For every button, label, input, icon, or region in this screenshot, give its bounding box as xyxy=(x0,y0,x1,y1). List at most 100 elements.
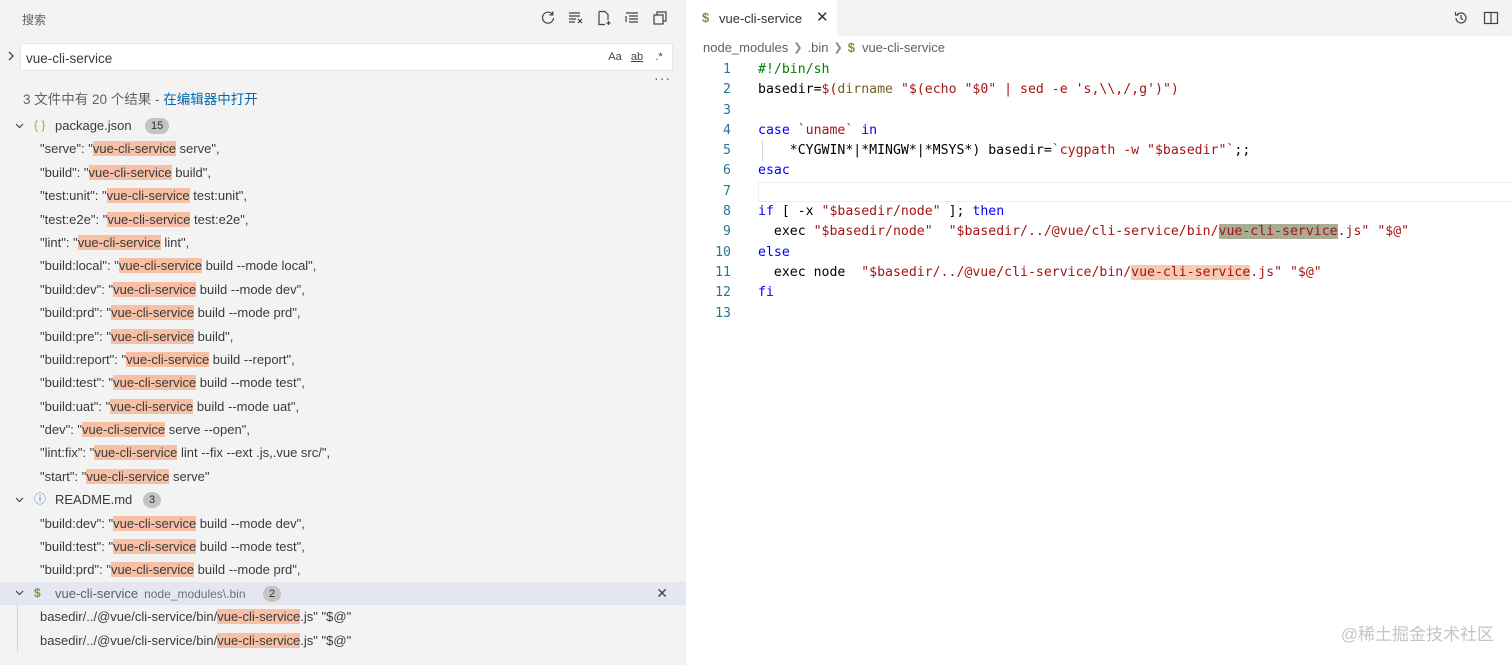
view-as-tree-icon[interactable] xyxy=(650,8,670,28)
match-result-row[interactable]: basedir/../@vue/cli-service/bin/vue-cli-… xyxy=(0,605,686,629)
match-result-row[interactable]: "serve": "vue-cli-service serve", xyxy=(0,137,686,160)
match-highlight: vue-cli-service xyxy=(110,398,194,414)
match-result-row[interactable]: "build:report": "vue-cli-service build -… xyxy=(0,348,686,371)
match-prefix: "build:report": " xyxy=(40,351,127,367)
code-line: 2 basedir=$(dirname "$(echo "$0" | sed -e… xyxy=(686,80,1512,100)
shell-file-icon: $ xyxy=(847,40,855,55)
code-line: 4 case `uname` in xyxy=(686,121,1512,141)
match-highlight: vue-cli-service xyxy=(113,281,197,297)
match-result-row[interactable]: "test:unit": "vue-cli-service test:unit"… xyxy=(0,184,686,207)
split-editor-icon[interactable] xyxy=(1482,9,1500,27)
line-number: 11 xyxy=(715,264,731,280)
chevron-down-icon[interactable] xyxy=(14,582,25,605)
code-token: `uname` xyxy=(789,122,862,138)
close-icon[interactable]: ✕ xyxy=(816,8,829,26)
match-result-row[interactable]: "build:dev": "vue-cli-service build --mo… xyxy=(0,278,686,301)
match-result-row[interactable]: "lint": "vue-cli-service lint", xyxy=(0,231,686,254)
match-suffix: build --mode local", xyxy=(201,258,317,274)
code-line: 10 else xyxy=(686,243,1512,263)
line-number: 4 xyxy=(723,122,731,138)
code-token: "$basedir/node" xyxy=(821,204,941,220)
editor-tab-vue-cli-service[interactable]: $ vue-cli-service ✕ xyxy=(686,0,837,36)
match-prefix: "build:dev": " xyxy=(40,281,114,297)
match-suffix: lint --fix --ext .js,.vue src/", xyxy=(177,445,331,461)
match-result-row[interactable]: "build:prd": "vue-cli-service build --mo… xyxy=(0,301,686,324)
match-text: "build:report": "vue-cli-service build -… xyxy=(40,348,295,371)
line-number: 9 xyxy=(723,224,731,240)
file-result-row[interactable]: ⓘ README.md 3 xyxy=(0,488,686,511)
breadcrumb-item-node-modules[interactable]: node_modules xyxy=(703,40,788,55)
match-result-row[interactable]: "dev": "vue-cli-service serve --open", xyxy=(0,418,686,441)
match-prefix: "build": " xyxy=(40,164,89,180)
match-result-row[interactable]: "build:test": "vue-cli-service build --m… xyxy=(0,535,686,558)
code-line: 8 if [ -x "$basedir/node" ]; then xyxy=(686,202,1512,222)
code-token: "$@" xyxy=(1377,224,1410,240)
refresh-icon[interactable] xyxy=(538,8,558,28)
code-line: 5 *CYGWIN*|*MINGW*|*MSYS*) basedir=`cygp… xyxy=(686,141,1512,162)
search-input[interactable] xyxy=(26,49,586,67)
match-result-row[interactable]: "build:test": "vue-cli-service build --m… xyxy=(0,371,686,394)
search-panel: 搜索 Aa ab .* ··· xyxy=(0,0,686,665)
match-text: "build:test": "vue-cli-service build --m… xyxy=(40,535,305,558)
line-number: 1 xyxy=(723,62,731,77)
file-result-row[interactable]: $ vue-cli-service node_modules\.bin 2 ✕ xyxy=(0,581,686,606)
code-token: esac xyxy=(758,163,790,179)
editor-actions xyxy=(1452,9,1500,27)
match-whole-word-toggle[interactable]: ab xyxy=(628,48,646,66)
match-result-row[interactable]: "test:e2e": "vue-cli-service test:e2e", xyxy=(0,208,686,231)
match-suffix: test:e2e", xyxy=(190,211,249,227)
match-result-row[interactable]: "build:prd": "vue-cli-service build --mo… xyxy=(0,558,686,581)
code-line: 6 esac xyxy=(686,161,1512,181)
line-number: 6 xyxy=(723,163,731,179)
file-result-row[interactable]: { } package.json 15 xyxy=(0,114,686,137)
match-highlight: vue-cli-service xyxy=(86,468,170,484)
match-text: basedir/../@vue/cli-service/bin/vue-cli-… xyxy=(40,605,351,628)
line-content: esac xyxy=(758,161,790,181)
history-icon[interactable] xyxy=(1452,9,1470,27)
code-token: #!/bin/sh xyxy=(758,62,830,77)
match-result-row[interactable]: "build:dev": "vue-cli-service build --mo… xyxy=(0,512,686,535)
match-prefix: "build:prd": " xyxy=(40,305,111,321)
match-result-row[interactable]: "start": "vue-cli-service serve" xyxy=(0,465,686,488)
code-token: vue-cli-service xyxy=(1131,264,1251,280)
match-text: "build:uat": "vue-cli-service build --mo… xyxy=(40,395,299,418)
code-editor[interactable]: 1 #!/bin/sh 2 basedir=$(dirname "$(echo "$0… xyxy=(686,60,1512,324)
tree-indent-guide xyxy=(17,605,18,629)
line-content: if [ -x "$basedir/node" ]; then xyxy=(758,202,1004,222)
match-highlight: vue-cli-service xyxy=(113,375,197,391)
match-result-row[interactable]: "build:uat": "vue-cli-service build --mo… xyxy=(0,395,686,418)
line-content: fi xyxy=(758,283,774,303)
code-token: else xyxy=(758,244,790,260)
search-options: Aa ab .* xyxy=(606,48,668,66)
file-name: README.md xyxy=(55,488,132,511)
dismiss-result-icon[interactable]: ✕ xyxy=(656,582,668,605)
toggle-replace-chevron-icon[interactable] xyxy=(4,48,18,64)
breadcrumb-item-file[interactable]: vue-cli-service xyxy=(862,40,945,55)
match-suffix: build --mode dev", xyxy=(196,281,305,297)
match-result-row[interactable]: basedir/../@vue/cli-service/bin/vue-cli-… xyxy=(0,628,686,652)
match-prefix: "build:pre": " xyxy=(40,328,111,344)
line-content: *CYGWIN*|*MINGW*|*MSYS*) basedir=`cygpat… xyxy=(758,141,1251,161)
code-line: 1 #!/bin/sh xyxy=(686,60,1512,80)
collapse-all-icon[interactable] xyxy=(622,8,642,28)
match-result-row[interactable]: "lint:fix": "vue-cli-service lint --fix … xyxy=(0,441,686,464)
match-prefix: basedir/../@vue/cli-service/bin/ xyxy=(40,632,218,648)
line-content: exec node "$basedir/../@vue/cli-service/… xyxy=(758,263,1322,283)
breadcrumb-item-bin[interactable]: .bin xyxy=(808,40,829,55)
more-options-icon[interactable]: ··· xyxy=(654,70,671,86)
chevron-down-icon[interactable] xyxy=(14,114,25,137)
match-highlight: vue-cli-service xyxy=(107,211,191,227)
match-result-row[interactable]: "build:local": "vue-cli-service build --… xyxy=(0,254,686,277)
file-name: package.json xyxy=(55,114,132,137)
match-result-row[interactable]: "build:pre": "vue-cli-service build", xyxy=(0,325,686,348)
match-result-row[interactable]: "build": "vue-cli-service build", xyxy=(0,161,686,184)
match-text: "build:pre": "vue-cli-service build", xyxy=(40,325,233,348)
match-text: "serve": "vue-cli-service serve", xyxy=(40,137,220,160)
open-in-editor-link[interactable]: 在编辑器中打开 xyxy=(163,92,258,107)
match-case-toggle[interactable]: Aa xyxy=(606,48,624,66)
new-search-editor-icon[interactable] xyxy=(594,8,614,28)
use-regex-toggle[interactable]: .* xyxy=(650,48,668,66)
chevron-down-icon[interactable] xyxy=(14,488,25,511)
clear-results-icon[interactable] xyxy=(566,8,586,28)
match-text: "lint:fix": "vue-cli-service lint --fix … xyxy=(40,441,330,464)
